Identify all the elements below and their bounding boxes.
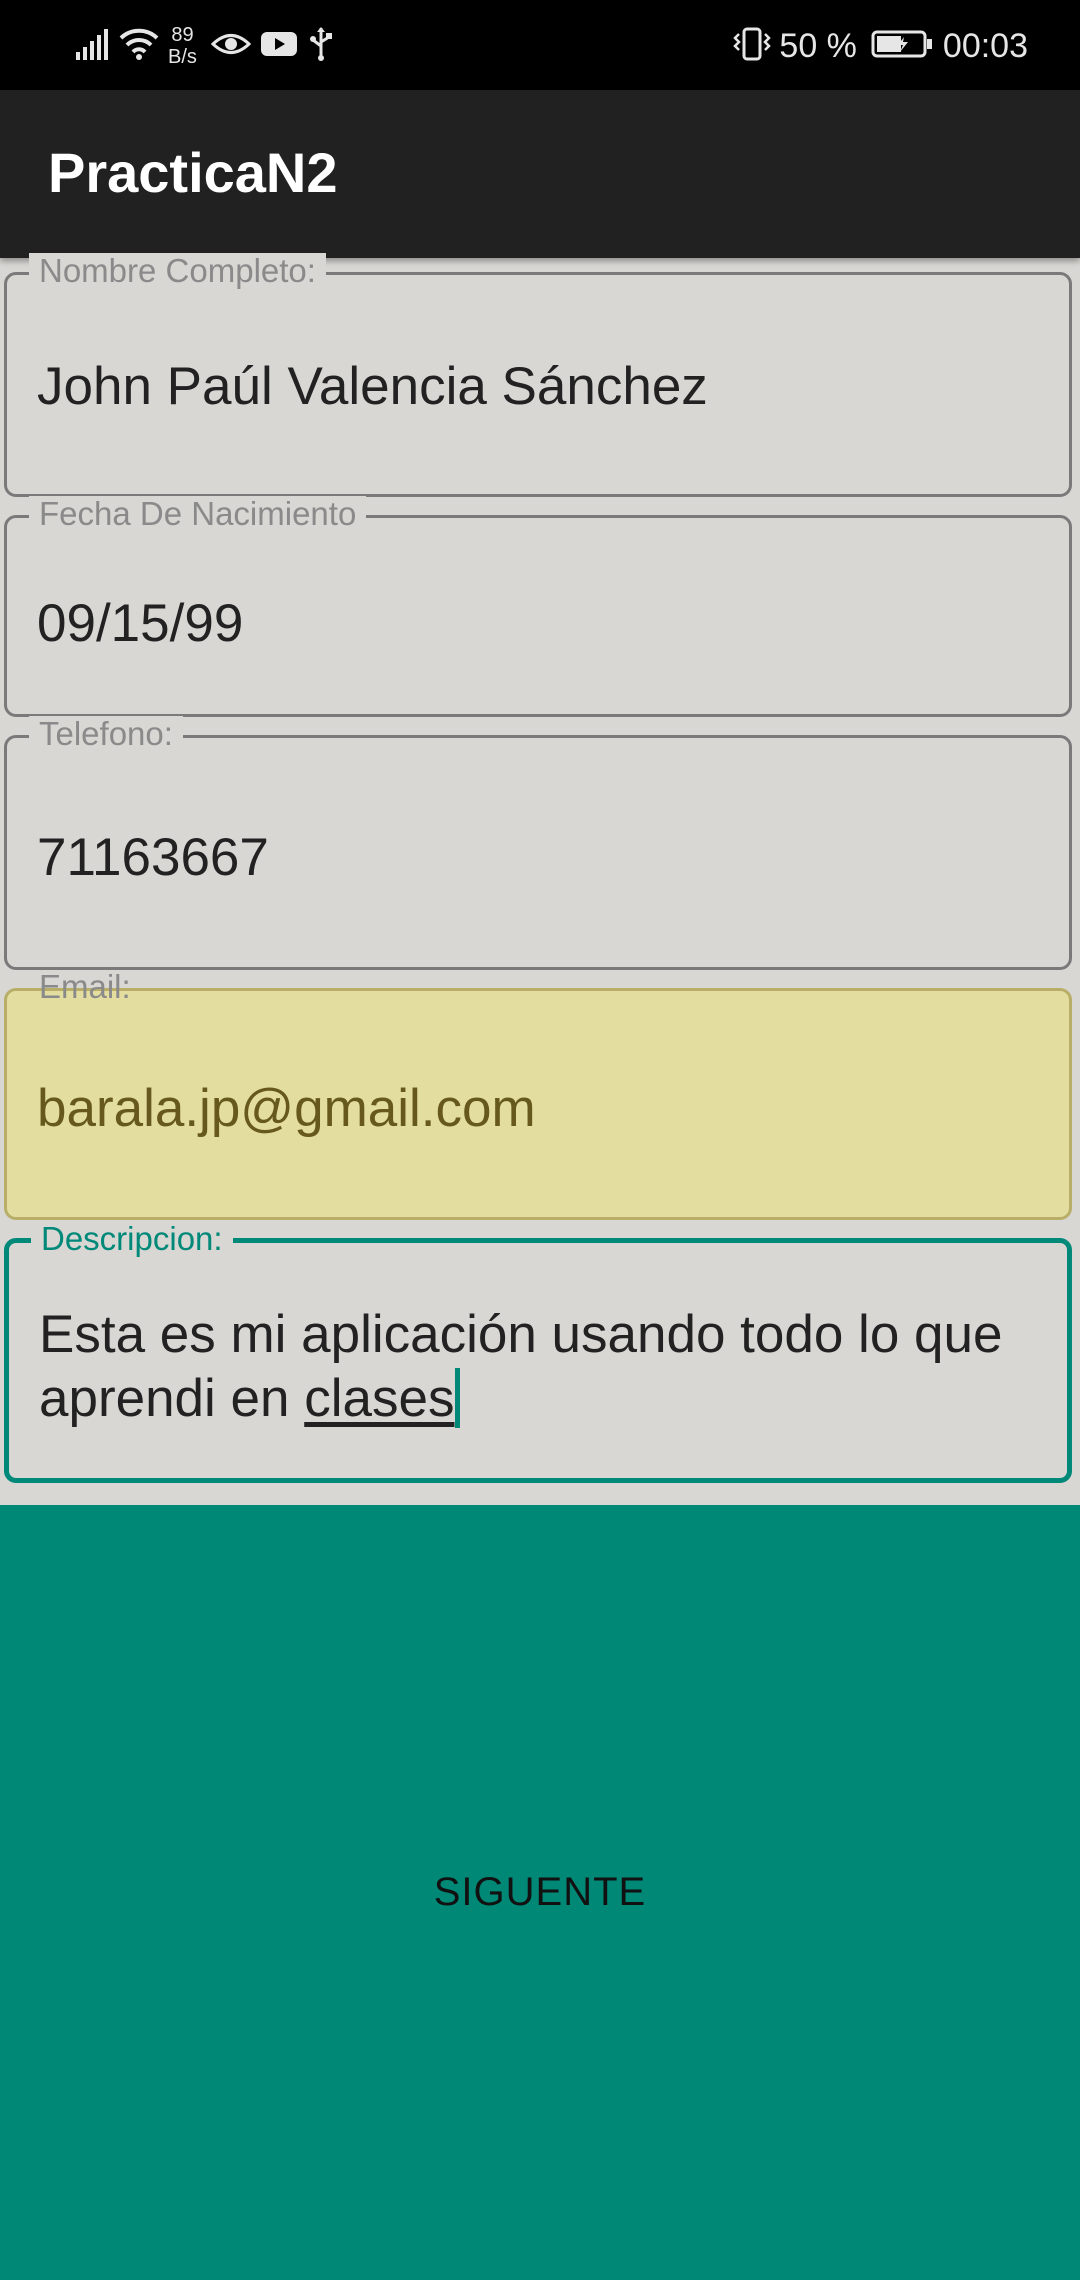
app-title: PracticaN2	[48, 141, 338, 204]
birthdate-field-label: Fecha De Nacimiento	[29, 496, 367, 532]
birthdate-field[interactable]: Fecha De Nacimiento 09/15/99	[4, 496, 1072, 717]
next-button-label: SIGUENTE	[433, 1870, 647, 1914]
description-field[interactable]: Descripcion: Esta es mi aplicación usand…	[4, 1221, 1072, 1483]
clock: 00:03	[942, 26, 1028, 65]
app-bar: PracticaN2	[0, 90, 1080, 258]
email-field-value[interactable]: barala.jp@gmail.com	[37, 1077, 1039, 1141]
text-cursor	[455, 1368, 461, 1428]
phone-field-value[interactable]: 71163667	[37, 826, 1039, 890]
email-field-label: Email:	[39, 968, 131, 1005]
phone-field[interactable]: Telefono: 71163667	[4, 716, 1072, 970]
net-speed-value: 89	[171, 24, 194, 46]
status-bar-left: 89 B/s	[74, 18, 333, 74]
vibrate-icon	[731, 26, 773, 67]
net-speed: 89 B/s	[168, 24, 197, 68]
description-line-1: Esta es mi aplicación usando todo lo que	[39, 1305, 1003, 1364]
name-field-label: Nombre Completo:	[29, 253, 326, 289]
usb-icon	[309, 26, 333, 67]
eye-icon	[210, 29, 252, 64]
birthdate-field-value[interactable]: 09/15/99	[37, 592, 1039, 656]
net-speed-unit: B/s	[168, 46, 197, 68]
description-line-2: aprendi en clases	[39, 1367, 1037, 1431]
status-bar: 89 B/s 50 % 00:03	[0, 0, 1080, 90]
email-field[interactable]: Email: barala.jp@gmail.com	[4, 969, 1072, 1220]
battery-percent: 50 %	[779, 26, 857, 65]
name-field[interactable]: Nombre Completo: John Paúl Valencia Sánc…	[4, 253, 1072, 497]
battery-icon	[871, 29, 933, 64]
description-field-value[interactable]: Esta es mi aplicación usando todo lo que…	[39, 1303, 1037, 1431]
next-button[interactable]: SIGUENTE	[0, 1505, 1080, 2280]
status-bar-right: 50 % 00:03	[731, 18, 1028, 74]
description-line-2-text: aprendi en	[39, 1369, 305, 1428]
wifi-icon	[118, 26, 160, 67]
youtube-icon	[260, 30, 297, 63]
description-composing-word: clases	[304, 1369, 455, 1428]
signal-icon	[74, 26, 110, 67]
phone-field-label: Telefono:	[29, 716, 183, 752]
name-field-value[interactable]: John Paúl Valencia Sánchez	[37, 355, 1039, 419]
description-field-label: Descripcion:	[31, 1221, 233, 1257]
